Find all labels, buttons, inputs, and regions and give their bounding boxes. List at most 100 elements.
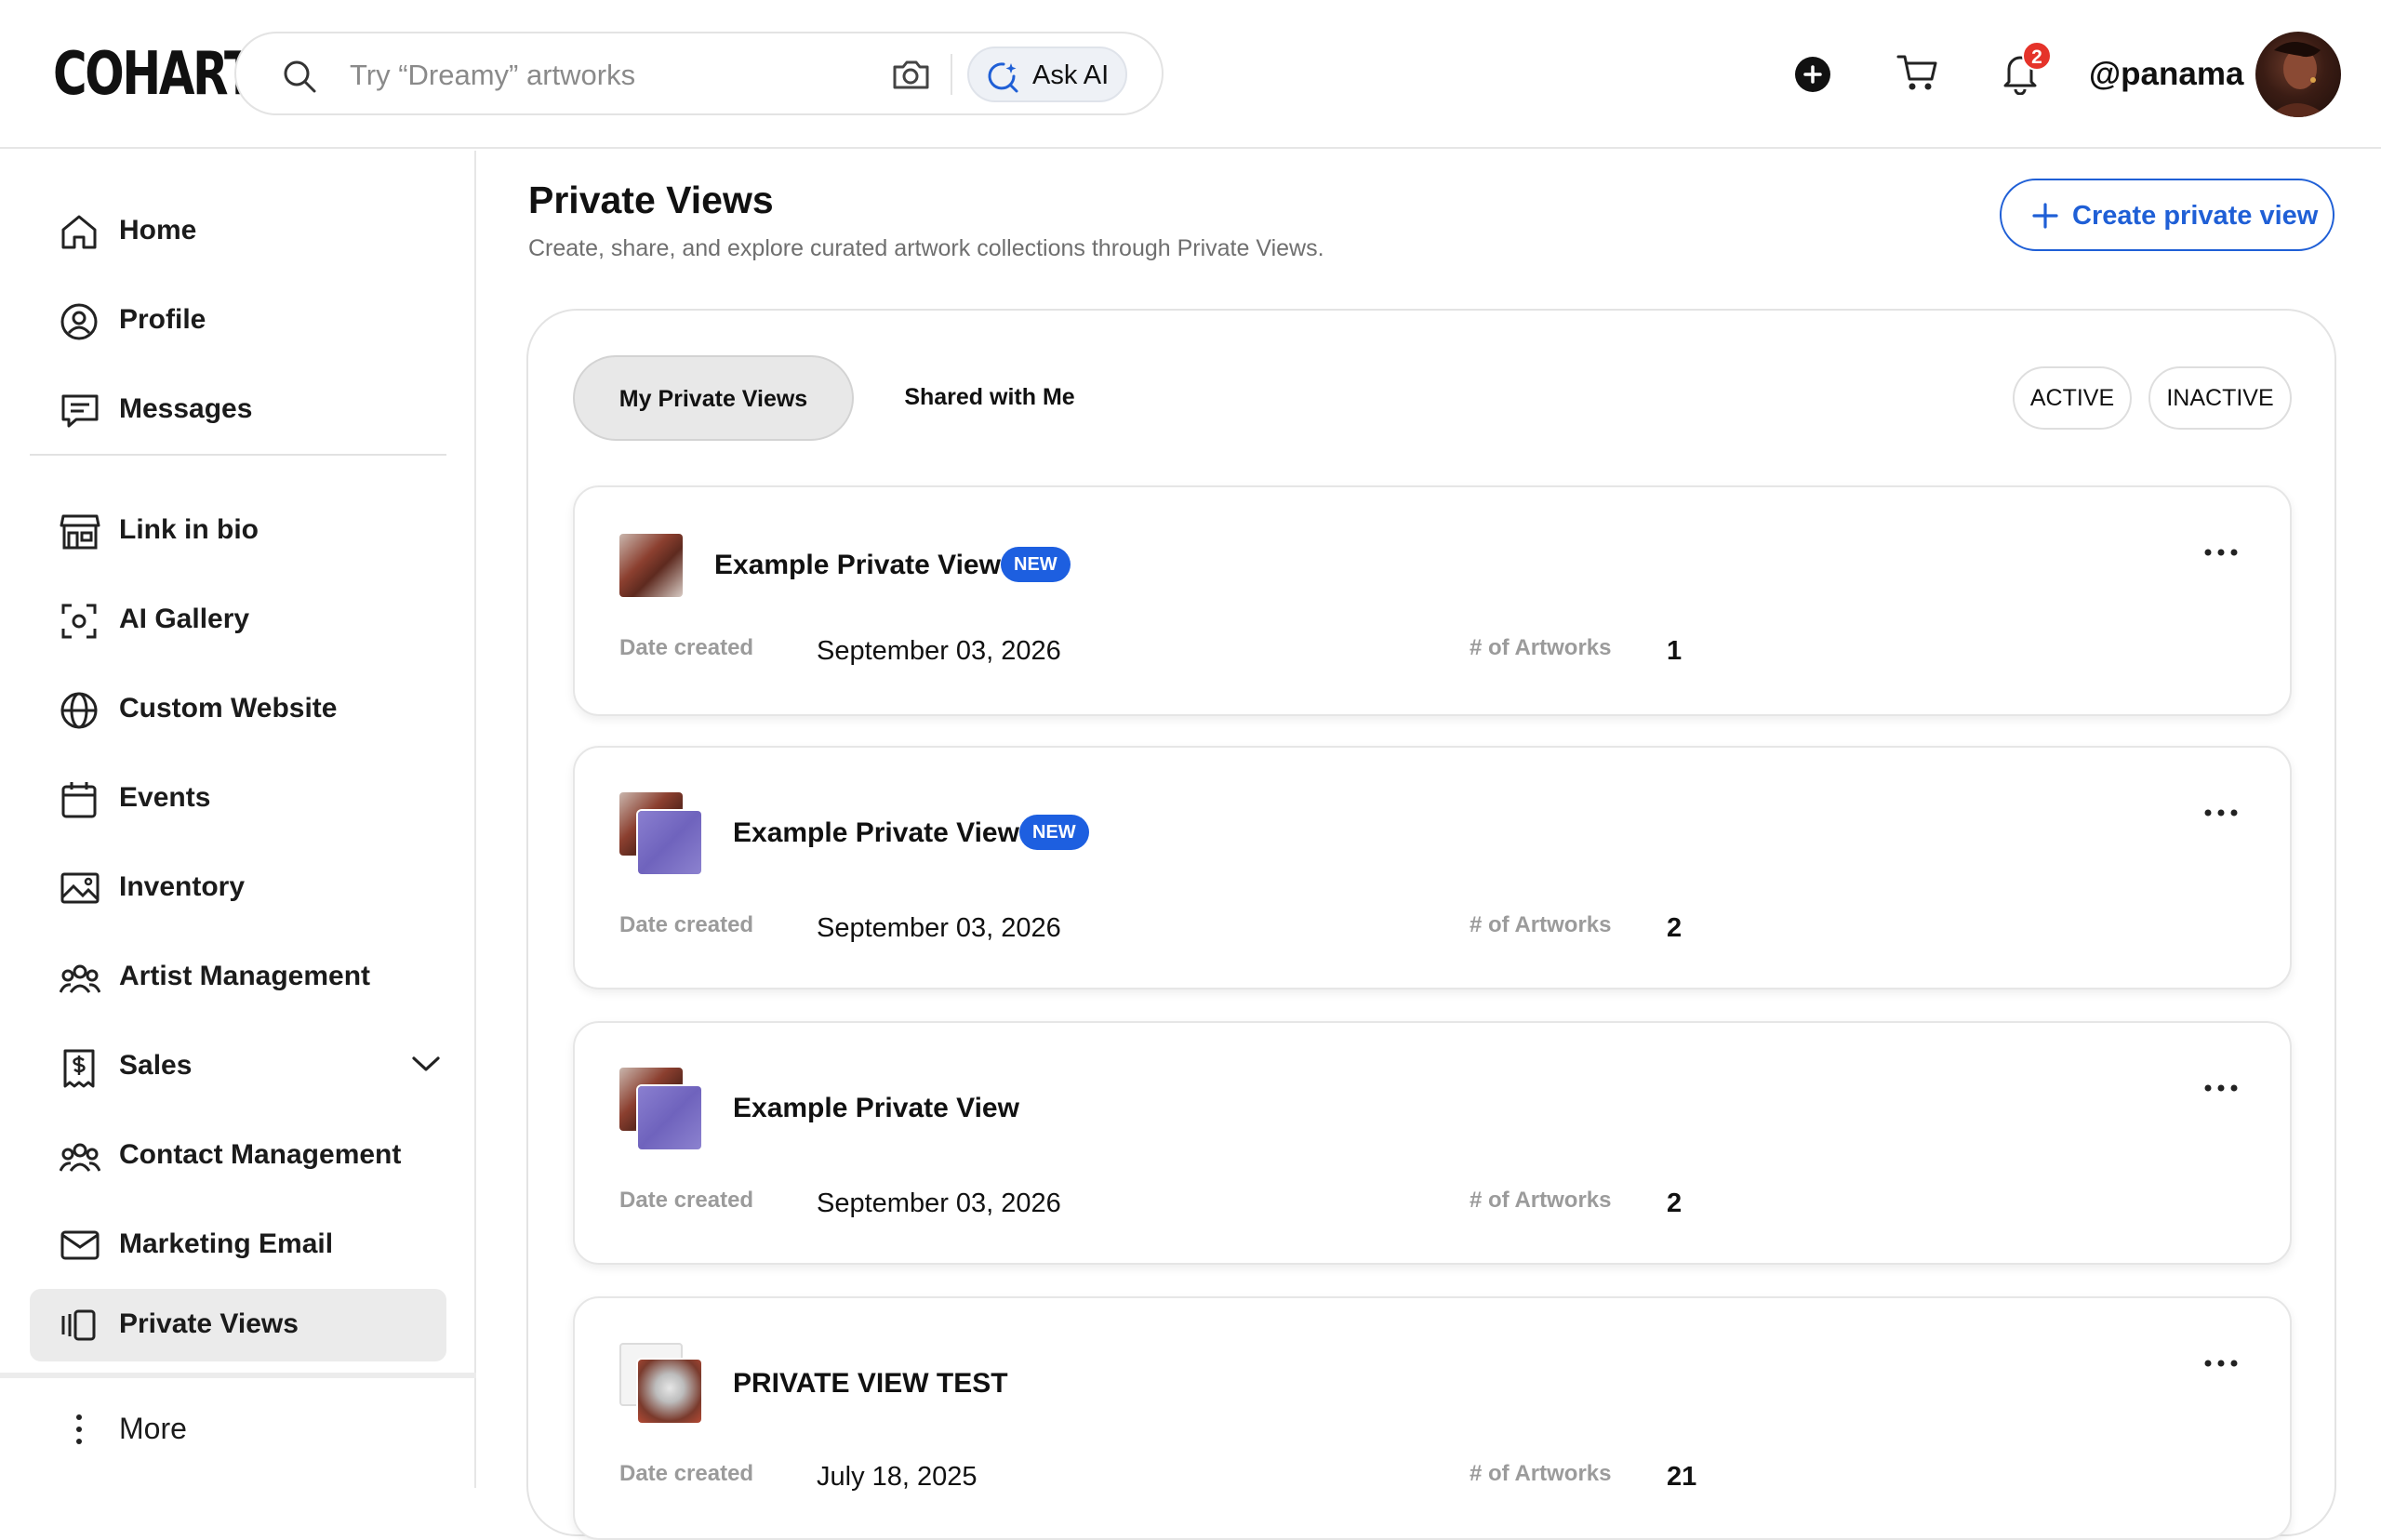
sidebar-item-messages[interactable]: Messages — [30, 374, 446, 446]
sidebar-item-label: Link in bio — [119, 514, 259, 545]
private-view-card[interactable]: Example Private View NEW Date created Se… — [573, 746, 2292, 989]
avatar[interactable] — [2255, 32, 2341, 117]
date-created-label: Date created — [619, 1461, 754, 1486]
sidebar-item-inventory[interactable]: Inventory — [30, 852, 446, 924]
dollar-doc-icon — [60, 1048, 99, 1089]
globe-icon — [60, 691, 99, 730]
sidebar-divider — [30, 454, 446, 456]
artwork-count-value: 1 — [1667, 636, 1683, 666]
sidebar-item-artist-management[interactable]: Artist Management — [30, 941, 446, 1014]
sidebar-divider — [0, 1373, 476, 1378]
username[interactable]: @panama — [2089, 56, 2243, 93]
more-horizontal-icon[interactable] — [2202, 1354, 2240, 1373]
date-created-value: July 18, 2025 — [817, 1462, 978, 1492]
page-title: Private Views — [528, 179, 774, 221]
artwork-thumbnail — [619, 530, 694, 604]
artwork-thumbnail — [619, 792, 701, 874]
sidebar-item-label: Custom Website — [119, 693, 338, 724]
sidebar-item-events[interactable]: Events — [30, 763, 446, 835]
more-horizontal-icon[interactable] — [2202, 1079, 2240, 1097]
store-icon — [60, 512, 100, 551]
image-icon — [60, 870, 100, 907]
sidebar-item-custom-website[interactable]: Custom Website — [30, 673, 446, 746]
chevron-down-icon[interactable] — [411, 1055, 441, 1073]
artwork-thumbnail-image — [638, 811, 701, 874]
sidebar-item-ai-gallery[interactable]: AI Gallery — [30, 584, 446, 657]
top-header: COHART Try “Dreamy” artworks Ask AI 2 @p… — [0, 0, 2381, 149]
search-input[interactable]: Try “Dreamy” artworks — [350, 58, 635, 93]
artwork-thumbnail-image — [638, 1086, 701, 1149]
private-view-card[interactable]: Example Private View NEW Date created Se… — [573, 485, 2292, 716]
create-private-view-button[interactable]: Create private view — [2000, 179, 2334, 251]
artwork-thumbnail-image — [619, 534, 683, 597]
sidebar-item-link-in-bio[interactable]: Link in bio — [30, 495, 446, 567]
notification-badge: 2 — [2022, 41, 2052, 71]
sidebar-item-label: Messages — [119, 393, 253, 424]
sidebar-item-profile[interactable]: Profile — [30, 285, 446, 357]
sidebar-item-label: Private Views — [119, 1308, 299, 1339]
home-icon — [60, 213, 99, 250]
scan-icon — [60, 602, 99, 641]
artwork-count-value: 2 — [1667, 913, 1683, 943]
sidebar-item-home[interactable]: Home — [30, 195, 446, 268]
artwork-thumbnail-image — [638, 1360, 701, 1423]
sidebar: Home Profile Messages Link in bio AI Gal… — [0, 151, 476, 1488]
camera-icon[interactable] — [890, 56, 931, 93]
ask-ai-label: Ask AI — [1032, 60, 1110, 90]
artwork-count-label: # of Artworks — [1470, 1188, 1612, 1213]
add-circle-icon[interactable] — [1794, 56, 1831, 93]
message-icon — [60, 392, 100, 431]
sidebar-item-label: Marketing Email — [119, 1228, 334, 1259]
artwork-count-label: # of Artworks — [1470, 912, 1612, 937]
users-icon — [60, 959, 100, 998]
sidebar-item-marketing-email[interactable]: Marketing Email — [30, 1209, 446, 1281]
tab-shared-with-me[interactable]: Shared with Me — [878, 355, 1101, 441]
more-horizontal-icon[interactable] — [2202, 543, 2240, 562]
artwork-count-label: # of Artworks — [1470, 1461, 1612, 1486]
mail-icon — [60, 1227, 100, 1264]
sidebar-item-label: Events — [119, 782, 211, 813]
more-horizontal-icon[interactable] — [2202, 803, 2240, 822]
cohart-logo[interactable]: COHART — [53, 41, 256, 108]
tab-my-private-views[interactable]: My Private Views — [573, 355, 854, 441]
date-created-value: September 03, 2026 — [817, 636, 1061, 666]
artwork-thumbnail — [619, 1068, 701, 1149]
users-icon — [60, 1137, 100, 1176]
sidebar-item-label: Artist Management — [119, 961, 371, 991]
artwork-count-label: # of Artworks — [1470, 635, 1612, 660]
card-title[interactable]: Example Private View — [733, 816, 1019, 850]
search-icon — [281, 58, 318, 95]
card-title[interactable]: PRIVATE VIEW TEST — [733, 1367, 1008, 1401]
sidebar-item-contact-management[interactable]: Contact Management — [30, 1120, 446, 1192]
cart-icon[interactable] — [1895, 52, 1938, 93]
search-divider — [951, 54, 952, 95]
new-badge: NEW — [1019, 815, 1089, 850]
card-title[interactable]: Example Private View — [733, 1092, 1019, 1125]
date-created-value: September 03, 2026 — [817, 1188, 1061, 1218]
sidebar-item-label: More — [119, 1412, 187, 1445]
artwork-thumbnail — [619, 1343, 701, 1423]
card-title[interactable]: Example Private View — [714, 549, 1001, 582]
plus-icon — [2031, 202, 2059, 230]
sidebar-item-sales[interactable]: Sales — [30, 1030, 446, 1103]
sidebar-item-more[interactable]: More — [30, 1393, 446, 1466]
filter-active[interactable]: ACTIVE — [2013, 366, 2132, 430]
sidebar-item-label: Home — [119, 215, 197, 246]
private-view-card[interactable]: PRIVATE VIEW TEST Date created July 18, … — [573, 1296, 2292, 1540]
date-created-value: September 03, 2026 — [817, 913, 1061, 943]
search-bar[interactable]: Try “Dreamy” artworks Ask AI — [234, 32, 1164, 115]
sidebar-item-private-views[interactable]: Private Views — [30, 1289, 446, 1361]
private-view-card[interactable]: Example Private View Date created Septem… — [573, 1021, 2292, 1265]
create-private-view-label: Create private view — [2072, 201, 2319, 231]
ask-ai-button[interactable]: Ask AI — [967, 46, 1127, 102]
sidebar-item-label: Inventory — [119, 871, 246, 902]
user-circle-icon — [60, 302, 99, 341]
artwork-count-value: 2 — [1667, 1188, 1683, 1218]
sidebar-item-label: Sales — [119, 1050, 193, 1081]
ai-sparkle-icon — [986, 60, 1019, 94]
sidebar-item-label: AI Gallery — [119, 604, 250, 634]
filter-inactive[interactable]: INACTIVE — [2148, 366, 2292, 430]
sidebar-item-label: Profile — [119, 304, 206, 335]
new-badge: NEW — [1001, 547, 1071, 582]
date-created-label: Date created — [619, 1188, 754, 1213]
